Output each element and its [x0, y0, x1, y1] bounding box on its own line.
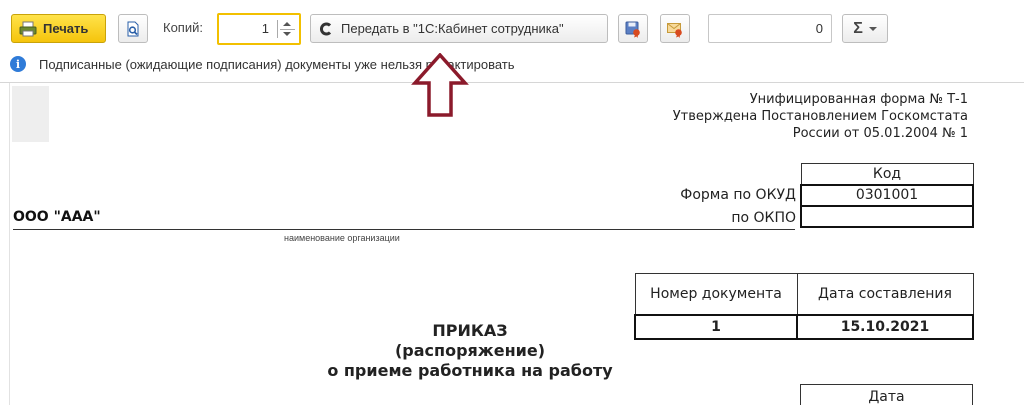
document-preview[interactable]: Унифицированная форма № Т-1 Утверждена П…	[0, 82, 1024, 405]
copies-label: Копий:	[163, 20, 203, 35]
organization-name: ООО "ААА"	[13, 209, 101, 225]
unified-form-line: России от 05.01.2004 № 1	[792, 126, 968, 141]
unified-form-line: Утверждена Постановлением Госкомстата	[672, 109, 968, 124]
sum-dropdown-button[interactable]: Σ	[842, 14, 888, 43]
printer-icon	[19, 21, 37, 36]
send-to-employee-cabinet-button[interactable]: Передать в "1С:Кабинет сотрудника"	[310, 14, 608, 43]
logo-placeholder	[12, 86, 49, 142]
stepper-down-icon[interactable]	[283, 32, 291, 36]
organization-caption: наименование организации	[284, 233, 400, 243]
title-line: (распоряжение)	[394, 341, 546, 360]
print-button-label: Печать	[43, 21, 89, 36]
send-by-email-button[interactable]	[660, 14, 690, 43]
code-header: Код	[800, 163, 974, 185]
title-line: ПРИКАЗ	[432, 321, 508, 340]
1c-logo-icon	[320, 22, 332, 35]
page-preview-icon	[127, 21, 139, 36]
print-button[interactable]: Печать	[11, 14, 106, 43]
copies-value: 1	[261, 21, 269, 36]
sum-value: 0	[815, 21, 823, 36]
doc-number-value: 1	[634, 313, 798, 340]
copies-stepper[interactable]	[277, 20, 295, 38]
envelope-with-seal-icon	[667, 22, 682, 38]
date-table: Дата	[800, 384, 973, 405]
save-with-seal-icon	[625, 21, 640, 38]
doc-number-header: Номер документа	[634, 273, 798, 315]
okud-value: 0301001	[800, 183, 974, 207]
info-icon: i	[10, 56, 26, 72]
sum-field[interactable]: 0	[708, 14, 832, 43]
okpo-label: по ОКПО	[731, 210, 796, 226]
stepper-divider	[280, 29, 295, 30]
send-button-label: Передать в "1С:Кабинет сотрудника"	[341, 21, 564, 36]
chevron-down-icon	[868, 26, 877, 31]
doc-date-value: 15.10.2021	[796, 313, 974, 340]
doc-date-header: Дата составления	[796, 273, 974, 315]
stepper-up-icon[interactable]	[283, 22, 291, 26]
sigma-icon: Σ	[853, 19, 863, 37]
organization-underline	[13, 229, 795, 230]
arrow-up-icon	[411, 53, 469, 117]
copies-input[interactable]: 1	[217, 13, 301, 45]
title-line: о приеме работника на работу	[327, 361, 613, 380]
document-number-table: Номер документа Дата составления 1 15.10…	[634, 273, 974, 340]
save-signed-button[interactable]	[618, 14, 648, 43]
document-title: ПРИКАЗ (распоряжение) о приеме работника…	[300, 321, 640, 381]
unified-form-header: Унифицированная форма № Т-1 Утверждена П…	[673, 91, 968, 142]
unified-form-line: Унифицированная форма № Т-1	[749, 92, 968, 107]
document-left-edge	[9, 83, 10, 405]
codes-table: Код 0301001	[800, 163, 974, 228]
date-header: Дата	[800, 384, 973, 405]
okud-label: Форма по ОКУД	[680, 187, 796, 203]
toolbar: Печать Копий: 1 Передать в "1С:Кабинет с…	[0, 0, 1024, 52]
okpo-value	[800, 204, 974, 228]
preview-button[interactable]	[118, 14, 148, 43]
